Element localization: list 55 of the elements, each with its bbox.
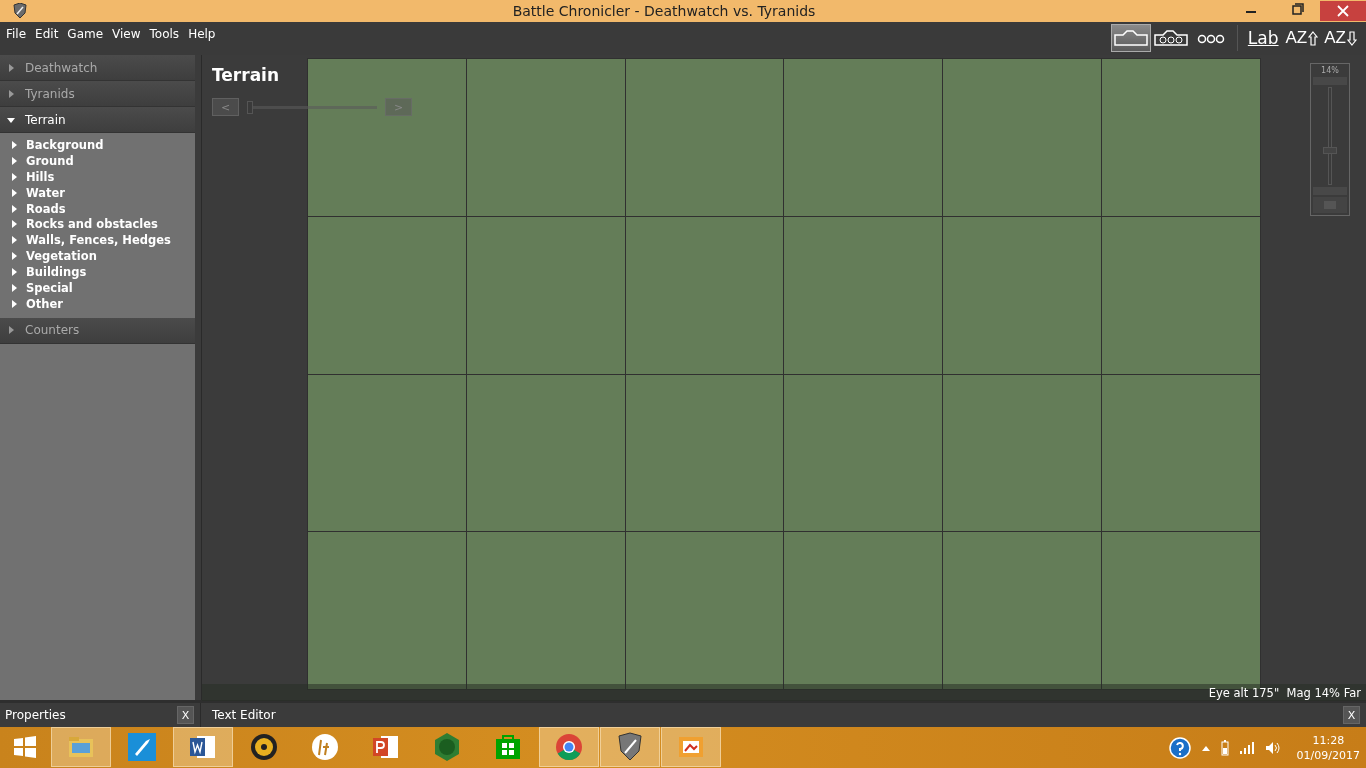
tree-item[interactable]: Rocks and obstacles <box>10 216 195 233</box>
clock[interactable]: 11:28 01/09/2017 <box>1296 732 1360 763</box>
panel-title: Terrain <box>212 65 281 85</box>
zoom-reading: 14% <box>1321 66 1339 75</box>
counters-icon <box>1152 27 1189 49</box>
menu-item[interactable]: File <box>6 27 32 41</box>
menu-item[interactable]: Edit <box>35 27 64 41</box>
tree-item[interactable]: Ground <box>10 152 195 169</box>
zoom-control[interactable]: 14% <box>1310 63 1350 216</box>
taskbar-button[interactable] <box>173 727 233 767</box>
tree-item[interactable]: Walls, Fences, Hedges <box>10 232 195 249</box>
tree-item[interactable]: Special <box>10 280 195 296</box>
close-button[interactable]: X <box>177 706 194 724</box>
expanded-arrow-icon <box>7 115 15 124</box>
tree-item[interactable]: Hills <box>10 168 195 185</box>
sort-descending-button[interactable]: AZ <box>1321 28 1360 48</box>
volume-icon[interactable] <box>1264 740 1281 755</box>
menu-item[interactable]: Tools <box>149 27 185 41</box>
collapsed-arrow-icon <box>7 326 15 335</box>
panel-title: Text Editor <box>212 708 276 722</box>
tree-item[interactable]: Water <box>10 184 195 201</box>
labels-button[interactable]: Lab <box>1243 28 1283 48</box>
taskbar-button[interactable] <box>600 727 660 767</box>
status-text: Eye alt 175" Mag 14% Far <box>1208 685 1361 700</box>
tree-item[interactable]: Buildings <box>10 264 195 280</box>
slider[interactable] <box>247 100 377 114</box>
collapsed-arrow-icon <box>7 89 15 98</box>
window-title: Battle Chronicler - Deathwatch vs. Tyranids <box>511 3 817 19</box>
app-icon <box>13 3 27 19</box>
circle-icon <box>309 731 341 763</box>
zoom-thumb[interactable] <box>1323 146 1337 154</box>
battery-icon[interactable] <box>1220 739 1229 756</box>
arrow-icon <box>1308 30 1319 46</box>
tree-item[interactable]: Background <box>10 137 195 153</box>
signal-icon[interactable] <box>1238 740 1255 755</box>
terrain-view-button[interactable] <box>1110 24 1151 52</box>
tree-item[interactable]: Vegetation <box>10 248 195 265</box>
zoom-slider[interactable] <box>1323 87 1337 185</box>
browser-icon <box>553 731 585 763</box>
tree-item[interactable]: Roads <box>10 200 195 217</box>
collapsed-arrow-icon <box>7 63 15 72</box>
menu-item[interactable]: View <box>112 27 146 41</box>
menu-item[interactable]: Help <box>188 27 221 41</box>
help-icon[interactable] <box>1168 736 1191 759</box>
close-button[interactable]: X <box>1343 706 1360 724</box>
sort-ascending-button[interactable]: AZ <box>1282 28 1322 48</box>
previous-button[interactable]: < <box>212 98 239 116</box>
close-icon[interactable] <box>1320 1 1366 21</box>
slider-thumb[interactable] <box>247 100 253 114</box>
landscape-icon <box>1112 27 1149 49</box>
arrow-icon <box>1347 30 1357 46</box>
menu-item[interactable]: Game <box>67 27 109 41</box>
panel-title: Properties <box>5 708 66 722</box>
tree-item[interactable]: Other <box>10 295 195 312</box>
section-header[interactable]: Terrain <box>0 107 195 133</box>
